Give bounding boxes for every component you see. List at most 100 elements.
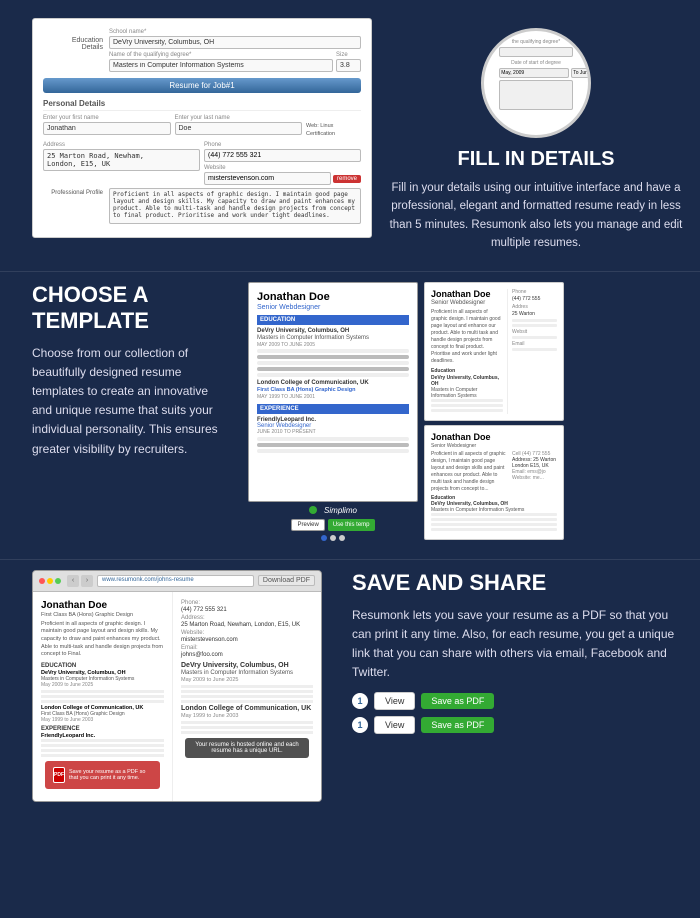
bc-subtitle: First Class BA (Hons) Graphic Design [41, 612, 164, 618]
save-description: Resumonk lets you save your resume as a … [352, 606, 684, 683]
fill-title: FILL IN DETAILS [457, 148, 614, 171]
url-bubble-text: Your resume is hosted online and each re… [191, 742, 303, 754]
edu1-dates: MAY 2009 TO JUNE 2005 [257, 342, 409, 348]
cm-date-input[interactable] [499, 68, 569, 78]
bc-para: Proficient in all aspects of graphic des… [41, 621, 164, 659]
browser-url[interactable]: www.resumonk.com/johns-resume [97, 575, 254, 587]
address-label: Address [43, 142, 200, 148]
selected-dot [309, 506, 317, 514]
pdf-num-1: 1 [352, 693, 368, 709]
tc-title: Senior Webdesigner [257, 304, 409, 311]
save-pdf-button-1[interactable]: Save as PDF [421, 693, 494, 709]
page-wrapper: EducationDetails School name* Name of th… [0, 0, 700, 820]
edu2-school: London College of Communication, UK [257, 380, 409, 386]
dot-yellow [47, 578, 53, 584]
dot-1 [321, 535, 327, 541]
edu-header: EDUCATION [257, 315, 409, 325]
pdf-row-1: 1 View Save as PDF [352, 692, 684, 710]
save-right: SAVE AND SHARE Resumonk lets you save yo… [338, 570, 684, 802]
save-left: ‹ › www.resumonk.com/johns-resume Downlo… [32, 570, 322, 802]
fwd-btn[interactable]: › [81, 575, 93, 587]
right-edu1: DeVry University, Columbus, OH [431, 375, 503, 387]
phone-label: Phone [204, 142, 361, 148]
dot-green [55, 578, 61, 584]
degree-input[interactable] [109, 59, 333, 72]
preview-button[interactable]: Preview [291, 519, 324, 531]
bc-edu1-dates: May 2009 to June 2025 [41, 682, 164, 688]
address-input[interactable]: 25 Marton Road, Newham, London, E15, UK [43, 149, 200, 171]
pdf-icon: PDF [53, 767, 65, 783]
resume-button[interactable]: Resume for Job#1 [43, 78, 361, 93]
bc-edu2-dates: May 1999 to June 2003 [41, 717, 164, 723]
bc-phone: (44) 772 555 321 [181, 607, 313, 613]
website-label: Website [204, 165, 361, 171]
use-template-button[interactable]: Use this temp [328, 519, 375, 531]
template-description: Choose from our collection of beautifull… [32, 344, 222, 459]
last-name-input[interactable] [175, 122, 303, 135]
view-button-2[interactable]: View [374, 716, 415, 734]
bc-website: misterstevenson.com [181, 637, 313, 643]
template-mockups: Jonathan Doe Senior Webdesigner EDUCATIO… [238, 282, 684, 541]
browser-toolbar: ‹ › www.resumonk.com/johns-resume Downlo… [33, 571, 321, 592]
gpa-label: Size [336, 52, 361, 58]
scroll-dots [321, 535, 345, 541]
profile-label: Professional Profile [43, 188, 103, 224]
tc-name: Jonathan Doe [257, 291, 409, 303]
dot-2 [330, 535, 336, 541]
download-btn[interactable]: Download PDF [258, 575, 315, 586]
view-button-1[interactable]: View [374, 692, 415, 710]
dot-3 [339, 535, 345, 541]
bottom-title: Senior Webdesigner [431, 443, 557, 449]
browser-nav: ‹ › [67, 575, 93, 587]
save-pdf-overlay: PDF Save your resume as a PDF so that yo… [45, 761, 160, 789]
last-name-label: Enter your last name [175, 115, 303, 121]
template-mini-top: Jonathan Doe Senior Webdesigner Proficie… [424, 282, 564, 421]
template-right-previews: Jonathan Doe Senior Webdesigner Proficie… [424, 282, 564, 541]
right-title: Senior Webdesigner [431, 300, 503, 306]
simplimo-card: Jonathan Doe Senior Webdesigner EDUCATIO… [248, 282, 418, 502]
simplimo-label: Simplimo [324, 506, 357, 515]
bc-right-edu2-dates: May 1999 to June 2003 [181, 713, 313, 719]
edu1-degree: Masters in Computer Information Systems [257, 335, 409, 341]
cm-degree-label: the qualifying degree* [512, 39, 560, 45]
save-overlay-text: Save your resume as a PDF so that you ca… [69, 769, 152, 781]
save-title: SAVE AND SHARE [352, 570, 684, 596]
bottom-edu1-degree: Masters in Computer Information Systems [431, 507, 557, 513]
circle-mockup: the qualifying degree* Date of start of … [481, 28, 591, 138]
bc-right-edu1-degree: Masters in Computer Information Systems [181, 670, 313, 676]
phone-input[interactable] [204, 149, 361, 162]
cm-to-input[interactable] [571, 68, 591, 78]
section-fill-in: EducationDetails School name* Name of th… [0, 0, 700, 271]
exp1-dates: JUNE 2010 TO PRESENT [257, 429, 409, 435]
url-bubble: Your resume is hosted online and each re… [185, 738, 309, 758]
exp-header: EXPERIENCE [257, 404, 409, 414]
profile-textarea[interactable]: Proficient in all aspects of graphic des… [109, 188, 361, 224]
first-name-input[interactable] [43, 122, 171, 135]
edu2-dates: MAY 1999 TO JUNE 2001 [257, 394, 409, 400]
save-pdf-button-2[interactable]: Save as PDF [421, 717, 494, 733]
right-name: Jonathan Doe [431, 289, 503, 299]
cm-date-label: Date of start of degree [511, 60, 561, 66]
section-save-share: ‹ › www.resumonk.com/johns-resume Downlo… [0, 560, 700, 820]
school-field-label: School name* [109, 29, 361, 35]
edu-label: EducationDetails [43, 29, 103, 72]
bottom-para: Proficient in all aspects of graphic des… [431, 451, 509, 493]
right-edu-header: Education [431, 368, 503, 374]
dot-red [39, 578, 45, 584]
browser-content: Jonathan Doe First Class BA (Hons) Graph… [33, 592, 321, 801]
template-mini-bottom: Jonathan Doe Senior Webdesigner Proficie… [424, 425, 564, 540]
fill-description: Fill in your details using our intuitive… [388, 179, 684, 253]
gpa-input[interactable] [336, 59, 361, 72]
template-title: CHOOSE A TEMPLATE [32, 282, 222, 334]
skills-text: Web: Linux Certification [306, 123, 361, 138]
back-btn[interactable]: ‹ [67, 575, 79, 587]
bc-left: Jonathan Doe First Class BA (Hons) Graph… [33, 592, 173, 801]
bottom-name: Jonathan Doe [431, 432, 557, 442]
right-para: Proficient in all aspects of graphic des… [431, 309, 503, 365]
school-input[interactable] [109, 36, 361, 49]
remove-button[interactable]: remove [333, 175, 361, 183]
bc-name: Jonathan Doe [41, 600, 164, 611]
website-input[interactable] [204, 172, 331, 185]
bc-email: johns@foo.com [181, 652, 313, 658]
section-choose-template: CHOOSE A TEMPLATE Choose from our collec… [0, 272, 700, 559]
